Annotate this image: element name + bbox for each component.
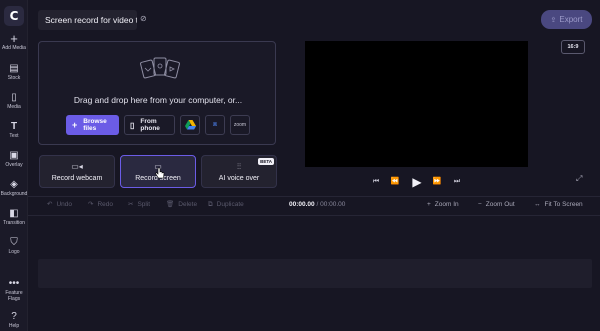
export-button[interactable]: ⇪ Export [541, 10, 592, 29]
dropbox-button[interactable]: ⧈ [205, 115, 225, 135]
zoom-button[interactable]: zoom [230, 115, 250, 135]
trash-icon: 🗑 [166, 201, 175, 208]
fast-forward-icon[interactable]: ⏩ [431, 176, 443, 188]
app-logo[interactable]: C [4, 6, 24, 26]
skip-forward-icon[interactable]: ⏭ [451, 176, 463, 188]
beta-badge: BETA [258, 158, 274, 165]
sidebar-item-feature-flags[interactable]: ••• Feature Flags [0, 278, 28, 302]
cloud-off-icon: ⊘ [140, 14, 147, 23]
plus-icon: + [427, 201, 431, 208]
export-icon: ⇪ [550, 17, 557, 24]
rewind-icon[interactable]: ⏪ [389, 176, 401, 188]
stock-icon: ▤ [9, 63, 19, 74]
zoom-out-button[interactable]: − Zoom Out [478, 200, 515, 210]
duplicate-button[interactable]: ⧉ Duplicate [208, 200, 244, 210]
redo-icon: ↷ [88, 201, 94, 208]
text-icon: T [10, 121, 18, 132]
google-drive-icon [184, 120, 196, 130]
fit-to-screen-button[interactable]: ↔ Fit To Screen [534, 200, 583, 210]
sidebar: C + Add Media ▤ Stock ▯ Media T Text ▣ O… [0, 0, 28, 331]
dropbox-icon: ⧈ [212, 121, 218, 128]
duplicate-icon: ⧉ [208, 201, 213, 208]
sidebar-item-stock[interactable]: ▤ Stock [0, 63, 28, 81]
project-title-input[interactable]: Screen record for video tu [38, 10, 137, 30]
sidebar-item-help[interactable]: ? Help [0, 311, 28, 329]
undo-icon: ↶ [47, 201, 53, 208]
sidebar-item-overlay[interactable]: ▣ Overlay [0, 150, 28, 168]
split-button[interactable]: ✂ Split [128, 200, 150, 210]
redo-button[interactable]: ↷ Redo [88, 200, 113, 210]
zoom-icon: zoom [233, 122, 247, 128]
minus-icon: − [478, 201, 482, 208]
plus-icon: + [72, 119, 78, 130]
timecode: 00:00.00 / 00:00.00 [289, 200, 345, 210]
skip-back-icon[interactable]: ⏮ [370, 176, 382, 188]
sidebar-item-background[interactable]: ◈ Background [0, 179, 28, 197]
plus-icon: + [10, 31, 18, 46]
sidebar-item-text[interactable]: T Text [0, 121, 28, 139]
file-icon: ▯ [11, 92, 17, 103]
sidebar-item-media[interactable]: ▯ Media [0, 92, 28, 110]
timeline-track[interactable] [38, 259, 592, 288]
ai-voice-over-button[interactable]: BETA ⫶⫶ AI voice over [201, 155, 277, 188]
layers-icon: ◈ [10, 179, 18, 190]
webcam-icon: ▭◂ [71, 162, 83, 171]
more-icon: ••• [8, 278, 20, 289]
total-time: 00:00.00 [320, 201, 346, 208]
help-icon: ? [11, 311, 17, 322]
play-icon[interactable]: ▶ [410, 176, 424, 188]
overlay-icon: ▣ [9, 150, 19, 161]
sidebar-item-transition[interactable]: ◧ Transition [0, 208, 28, 226]
video-preview[interactable] [305, 41, 528, 167]
browse-files-button[interactable]: + Browse files [66, 115, 119, 135]
from-phone-button[interactable]: ▯ From phone [124, 115, 175, 135]
phone-icon: ▯ [130, 120, 135, 130]
fullscreen-icon[interactable]: ⤢ [576, 174, 582, 184]
scissors-icon: ✂ [128, 201, 134, 208]
hand-cursor-icon [155, 167, 165, 179]
files-illustration-icon [140, 57, 180, 79]
fit-arrows-icon: ↔ [534, 201, 541, 208]
undo-button[interactable]: ↶ Undo [47, 200, 72, 210]
transition-icon: ◧ [9, 208, 19, 219]
aspect-ratio-button[interactable]: 16:9 [561, 40, 585, 54]
dropzone-text: Drag and drop here from your computer, o… [73, 95, 243, 105]
google-drive-button[interactable] [180, 115, 200, 135]
shield-icon: ⛉ [10, 237, 18, 248]
delete-button[interactable]: 🗑 Delete [166, 200, 197, 210]
sidebar-item-logo[interactable]: ⛉ Logo [0, 237, 28, 255]
record-webcam-button[interactable]: ▭◂ Record webcam [39, 155, 115, 188]
upload-dropzone[interactable]: Drag and drop here from your computer, o… [38, 41, 276, 145]
zoom-in-button[interactable]: + Zoom In [427, 200, 459, 210]
sidebar-item-add-media[interactable]: + Add Media [0, 31, 28, 51]
current-time: 00:00.00 [289, 201, 315, 208]
